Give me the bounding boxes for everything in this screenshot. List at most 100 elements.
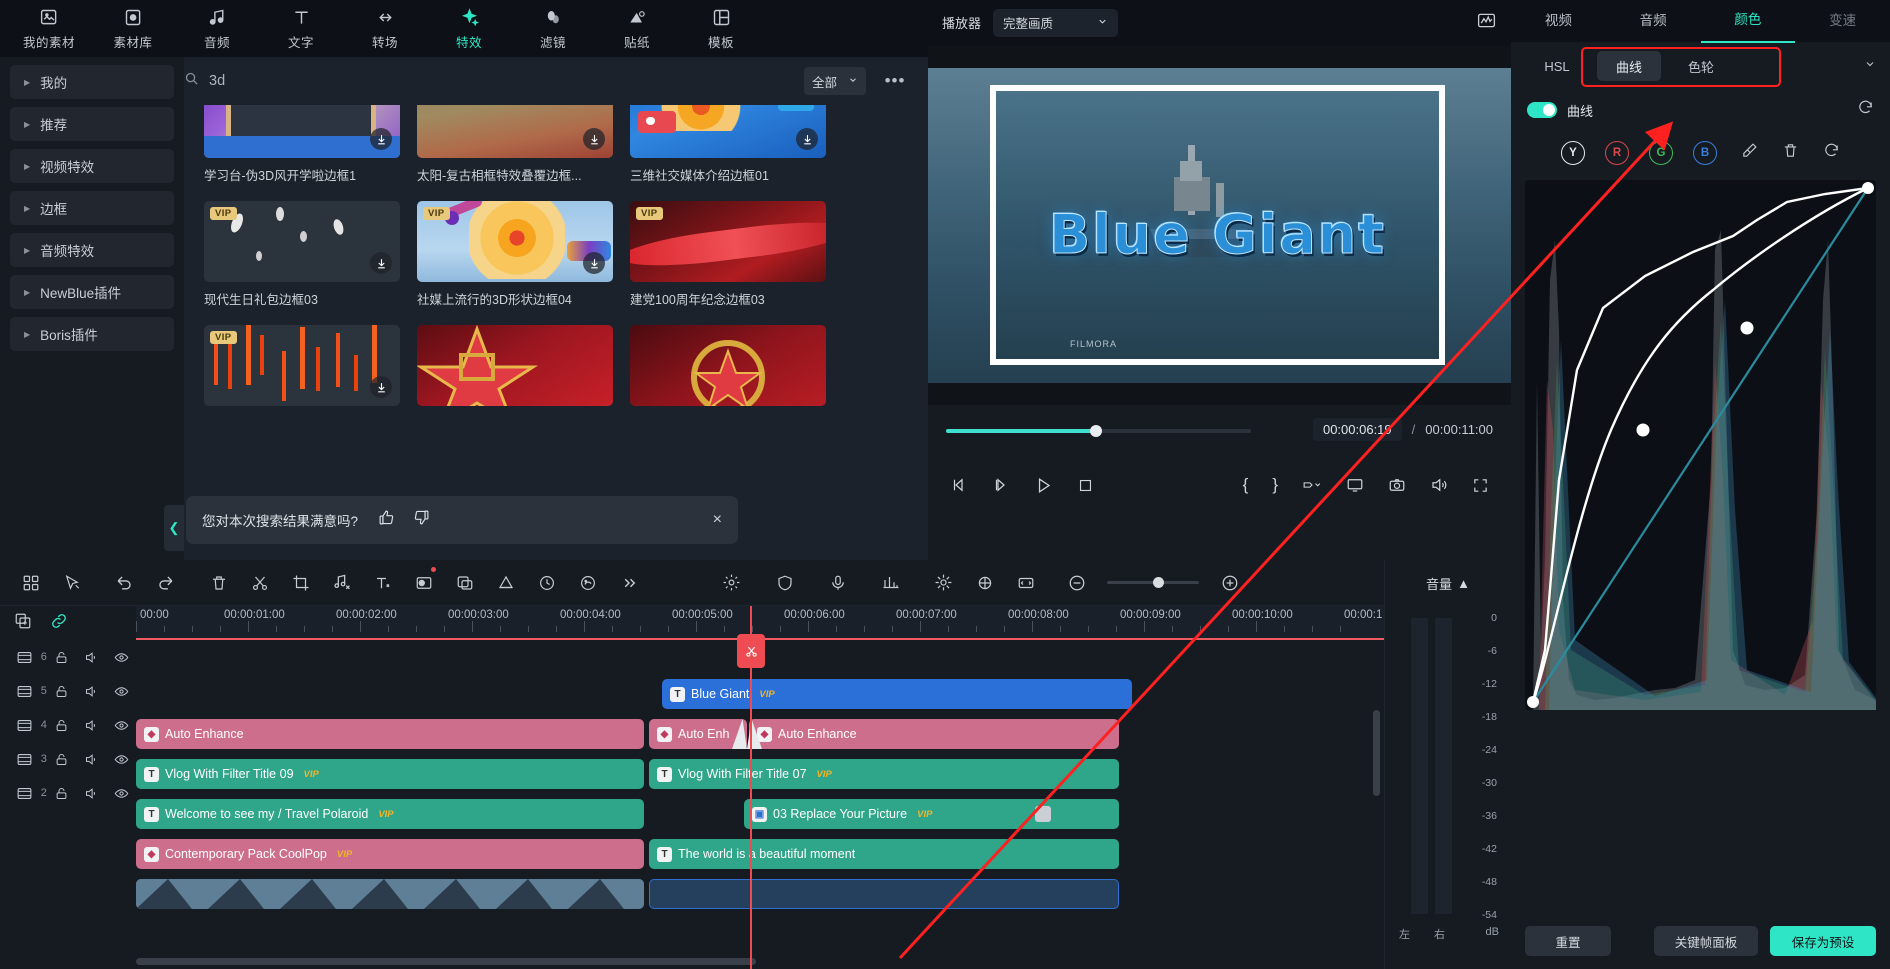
redo-icon[interactable] (145, 560, 186, 606)
search-input[interactable]: 3d (184, 71, 804, 91)
green-screen-icon[interactable] (444, 560, 485, 606)
download-icon[interactable] (370, 128, 392, 150)
chevron-down-icon[interactable] (1864, 57, 1876, 75)
effect-card[interactable]: 太阳-复古相框特效叠覆边框... (417, 105, 613, 184)
lock-icon[interactable] (47, 786, 77, 801)
toolbar-item-sticker[interactable]: 贴纸 (596, 0, 678, 57)
speed-clock-icon[interactable] (526, 560, 567, 606)
eye-icon[interactable] (106, 752, 136, 767)
audio-detach-icon[interactable] (321, 560, 362, 606)
vertical-scrollbar[interactable] (1373, 710, 1380, 796)
next-frame-button[interactable] (992, 476, 1010, 494)
color-match-icon[interactable] (485, 560, 526, 606)
more-options-button[interactable]: ••• (880, 67, 910, 95)
toolbar-item-transition[interactable]: 转场 (344, 0, 426, 57)
expand-button[interactable] (1472, 475, 1489, 495)
video-filmstrip-clip[interactable] (136, 879, 644, 909)
seek-bar[interactable] (946, 429, 1251, 433)
eye-icon[interactable] (106, 684, 136, 699)
prev-frame-button[interactable] (950, 476, 968, 494)
timeline-tracks[interactable]: T Blue Giant VIP ◆ Auto Enhance ◆ Auto E… (136, 640, 1384, 969)
timeline-clip[interactable]: ◆ Auto Enhance (136, 719, 644, 749)
horizontal-scrollbar[interactable] (136, 958, 756, 965)
effects-grid-container[interactable]: 学习台-伪3D风开学啦边框1 太阳-复古相框特效叠覆边框... (184, 105, 928, 560)
category-item-boris[interactable]: ▶Boris插件 (10, 317, 174, 351)
download-icon[interactable] (583, 128, 605, 150)
mic-record-icon[interactable] (817, 560, 858, 606)
reset-button[interactable]: 重置 (1525, 926, 1611, 956)
undo-icon[interactable] (104, 560, 145, 606)
timeline-clip[interactable]: T The world is a beautiful moment (649, 839, 1119, 869)
tab-video[interactable]: 视频 (1511, 0, 1606, 42)
subtab-curve[interactable]: 曲线 (1597, 51, 1661, 81)
subtab-hsl[interactable]: HSL (1525, 51, 1589, 81)
eye-icon[interactable] (106, 650, 136, 665)
effect-card[interactable] (630, 325, 826, 406)
channel-y-button[interactable]: Y (1561, 141, 1585, 165)
subtab-colorwheel[interactable]: 色轮 (1669, 51, 1733, 81)
category-item-audio-effects[interactable]: ▶音频特效 (10, 233, 174, 267)
eye-icon[interactable] (106, 718, 136, 733)
marker-dropdown-button[interactable] (1302, 475, 1322, 495)
lock-icon[interactable] (47, 718, 77, 733)
eyedropper-icon[interactable] (1741, 142, 1758, 164)
select-tool-icon[interactable] (51, 560, 92, 606)
category-item-border[interactable]: ▶边框 (10, 191, 174, 225)
toolbar-item-filter[interactable]: 滤镜 (512, 0, 594, 57)
playhead-handle[interactable] (737, 634, 765, 668)
effect-card[interactable]: VIP 社媒上流行的3D形状边框04 (417, 201, 613, 308)
effects-circle-icon[interactable] (567, 560, 608, 606)
category-item-recommended[interactable]: ▶推荐 (10, 107, 174, 141)
effect-card[interactable]: VIP (204, 325, 400, 406)
toolbar-item-my-media[interactable]: 我的素材 (8, 0, 90, 57)
stop-button[interactable] (1077, 477, 1094, 494)
video-filmstrip-clip[interactable] (649, 879, 1119, 909)
channel-r-button[interactable]: R (1605, 141, 1629, 165)
tab-color[interactable]: 颜色 (1701, 0, 1796, 43)
toolbar-item-library[interactable]: 素材库 (92, 0, 174, 57)
timeline-clip[interactable]: T Welcome to see my / Travel Polaroid VI… (136, 799, 644, 829)
toolbar-item-text[interactable]: 文字 (260, 0, 342, 57)
save-preset-button[interactable]: 保存为预设 (1770, 926, 1876, 956)
curve-toggle[interactable] (1527, 102, 1557, 118)
video-stage[interactable]: Blue Giant FILMORA (928, 45, 1511, 405)
speaker-icon[interactable] (77, 650, 107, 665)
keyframe-settings-icon[interactable] (711, 560, 752, 606)
timeline-clip[interactable]: ◆ Auto Enh (649, 719, 747, 749)
toolbar-item-template[interactable]: 模板 (680, 0, 762, 57)
mask-icon[interactable] (403, 560, 444, 606)
playhead[interactable] (750, 606, 752, 969)
timeline-clip[interactable]: T Vlog With Filter Title 07 VIP (649, 759, 1119, 789)
eye-icon[interactable] (106, 786, 136, 801)
timeline-clip[interactable]: ◆ Auto Enhance (749, 719, 1119, 749)
timeline-clip[interactable]: ◆ Contemporary Pack CoolPop VIP (136, 839, 644, 869)
timeline-clip[interactable]: ▣ 03 Replace Your Picture VIP (744, 799, 1119, 829)
timeline-clip[interactable]: T Blue Giant VIP (662, 679, 1132, 709)
fit-screen-icon[interactable] (1005, 560, 1046, 606)
lock-icon[interactable] (47, 684, 77, 699)
download-icon[interactable] (370, 252, 392, 274)
timeline-clip[interactable]: T Vlog With Filter Title 09 VIP (136, 759, 644, 789)
download-icon[interactable] (796, 128, 818, 150)
effect-card[interactable]: VIP 建党100周年纪念边框03 (630, 201, 826, 308)
download-icon[interactable] (583, 252, 605, 274)
waveform-scope-icon[interactable] (1476, 10, 1497, 36)
add-track-icon[interactable] (14, 612, 32, 635)
filter-dropdown[interactable]: 全部 (804, 67, 866, 95)
motion-tracking-icon[interactable] (964, 560, 1005, 606)
thumbs-down-icon[interactable] (413, 509, 430, 531)
crop-icon[interactable] (280, 560, 321, 606)
tab-audio[interactable]: 音频 (1606, 0, 1701, 42)
close-icon[interactable]: × (713, 511, 722, 529)
toolbar-item-audio[interactable]: 音频 (176, 0, 258, 57)
effect-card[interactable] (417, 325, 613, 406)
mark-out-button[interactable]: } (1272, 475, 1278, 495)
split-scissors-icon[interactable] (239, 560, 280, 606)
lock-icon[interactable] (47, 650, 77, 665)
zoom-out-button[interactable] (1056, 560, 1097, 606)
keyframe-panel-button[interactable]: 关键帧面板 (1654, 926, 1758, 956)
speaker-icon[interactable] (77, 786, 107, 801)
auto-enhance-icon[interactable] (923, 560, 964, 606)
seek-handle[interactable] (1090, 425, 1102, 437)
delete-icon[interactable] (198, 560, 239, 606)
